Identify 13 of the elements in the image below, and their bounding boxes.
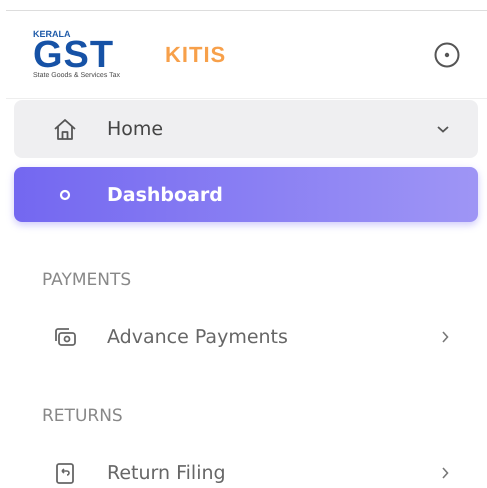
sidebar-toggle-icon[interactable]: [434, 42, 460, 68]
menu-item[interactable]: Home: [14, 100, 478, 158]
circle-icon: [59, 188, 71, 200]
app-name: KITIS: [165, 42, 226, 68]
chevron-right-icon: [440, 330, 450, 344]
section-heading: RETURNS: [41, 405, 124, 427]
section-heading: PAYMENTS: [41, 269, 132, 291]
chevron-right-icon: [440, 466, 450, 480]
submenu-item[interactable]: Dashboard: [14, 167, 478, 222]
menu-item[interactable]: Return Filing: [14, 448, 478, 488]
chevron-down-icon: [436, 124, 450, 134]
menu-item[interactable]: Advance Payments: [14, 312, 478, 362]
home-icon: [52, 116, 78, 142]
